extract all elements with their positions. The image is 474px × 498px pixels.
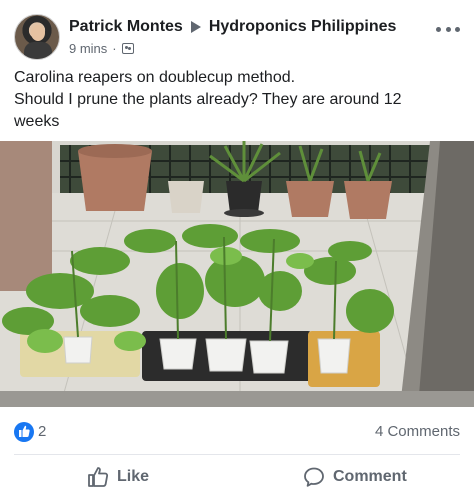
- more-dot: [455, 26, 460, 32]
- more-options-icon[interactable]: [436, 22, 460, 36]
- post-actions: Like Comment: [0, 456, 474, 498]
- like-button[interactable]: Like: [87, 465, 149, 489]
- post-body-text: Carolina reapers on doublecup method. Sh…: [14, 67, 460, 133]
- posted-to-arrow-icon: [190, 21, 201, 33]
- comment-button[interactable]: Comment: [303, 465, 407, 489]
- thumbs-up-icon[interactable]: [14, 422, 34, 442]
- comment-bubble-icon: [304, 467, 324, 487]
- meta-separator: ·: [112, 40, 117, 56]
- group-name[interactable]: Hydroponics Philippines: [209, 18, 397, 36]
- author-avatar[interactable]: [14, 14, 60, 60]
- post-time[interactable]: 9 mins: [69, 41, 107, 56]
- action-divider: [14, 454, 460, 455]
- avatar-shirt: [24, 42, 52, 59]
- like-button-label: Like: [117, 468, 150, 485]
- avatar-face: [31, 25, 45, 41]
- more-dot: [445, 26, 451, 32]
- post-photo[interactable]: [0, 141, 474, 407]
- more-dot: [436, 26, 441, 32]
- engagement-bar: 2 4 Comments: [0, 417, 474, 447]
- plants-photo-illustration: [0, 141, 474, 407]
- like-outline-icon: [88, 467, 109, 487]
- post-text-line: Carolina reapers on doublecup method.: [14, 69, 296, 86]
- author-name[interactable]: Patrick Montes: [69, 18, 183, 36]
- post-byline: Patrick Montes Hydroponics Philippines: [69, 16, 396, 38]
- group-privacy-icon: [121, 42, 134, 54]
- thumbs-up-glyph: [19, 425, 30, 437]
- post-text-line: Should I prune the plants already? They …: [14, 91, 402, 108]
- post-meta: 9 mins ·: [69, 40, 134, 56]
- comment-count[interactable]: 4 Comments: [375, 423, 460, 440]
- comment-button-label: Comment: [333, 468, 407, 485]
- reaction-count[interactable]: 2: [38, 423, 46, 440]
- post-header: Patrick Montes Hydroponics Philippines 9…: [0, 0, 474, 64]
- post-text-line: weeks: [14, 113, 60, 130]
